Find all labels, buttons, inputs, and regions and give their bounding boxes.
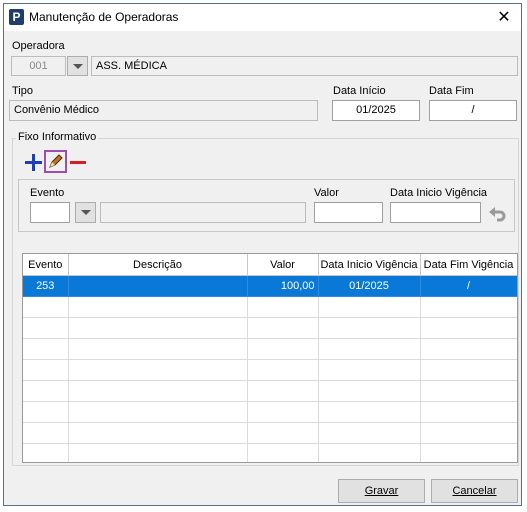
title-bar: P Manutenção de Operadoras ✕ — [4, 4, 521, 31]
save-label: Gravar — [364, 485, 399, 497]
remove-button[interactable] — [69, 152, 89, 172]
edit-button[interactable] — [44, 150, 67, 173]
cell-descricao[interactable] — [68, 275, 248, 297]
evento-dropdown-button[interactable] — [75, 202, 96, 223]
data-fim-field[interactable]: / — [429, 100, 517, 121]
evento-label: Evento — [30, 187, 65, 199]
window-title: Manutenção de Operadoras — [29, 10, 179, 24]
tipo-field: Convênio Médico — [9, 100, 318, 121]
cell-valor[interactable]: 100,00 — [247, 275, 319, 297]
data-inicio-field[interactable]: 01/2025 — [332, 100, 420, 121]
table-row-empty[interactable] — [23, 380, 517, 402]
evento-field[interactable] — [30, 202, 70, 223]
column-header-valor[interactable]: Valor — [247, 254, 319, 276]
undo-button[interactable] — [487, 203, 507, 223]
data-fim-label: Data Fim — [429, 85, 474, 97]
table-row-empty[interactable] — [23, 296, 517, 318]
eventos-grid: Evento Descrição Valor Data Inicio Vigên… — [22, 253, 518, 463]
table-row-empty[interactable] — [23, 422, 517, 444]
minus-icon — [70, 161, 86, 164]
data-vigencia-field[interactable] — [390, 202, 481, 223]
operadora-name-field: ASS. MÉDICA — [91, 56, 518, 76]
valor-field[interactable] — [314, 202, 383, 223]
table-row-empty[interactable] — [23, 401, 517, 423]
data-inicio-label: Data Início — [333, 85, 386, 97]
table-row-empty[interactable] — [23, 443, 517, 462]
table-row-empty[interactable] — [23, 317, 517, 339]
cell-evento[interactable]: 253 — [23, 275, 69, 297]
cell-data-fim[interactable]: / — [420, 275, 517, 297]
cancel-button[interactable]: Cancelar — [431, 479, 518, 503]
app-icon: P — [9, 9, 24, 25]
add-button[interactable] — [24, 152, 44, 172]
cancel-label: Cancelar — [452, 485, 497, 497]
valor-label: Valor — [314, 187, 339, 199]
undo-icon — [489, 207, 506, 222]
save-button[interactable]: Gravar — [338, 479, 425, 503]
close-button[interactable]: ✕ — [487, 4, 521, 31]
fixo-informativo-title: Fixo Informativo — [16, 131, 99, 143]
column-header-data-inicio[interactable]: Data Inicio Vigência — [318, 254, 421, 276]
column-header-evento[interactable]: Evento — [23, 254, 69, 276]
operadora-code-field[interactable]: 001 — [11, 56, 66, 76]
data-vigencia-label: Data Inicio Vigência — [390, 187, 488, 199]
table-row-empty[interactable] — [23, 338, 517, 360]
pencil-icon — [49, 154, 63, 168]
column-header-descricao[interactable]: Descrição — [68, 254, 248, 276]
operadora-label: Operadora — [12, 40, 65, 52]
cell-data-inicio[interactable]: 01/2025 — [318, 275, 421, 297]
table-row[interactable]: 253 100,00 01/2025 / — [23, 275, 517, 297]
dialog-window: P Manutenção de Operadoras ✕ Operadora 0… — [3, 3, 522, 506]
tipo-label: Tipo — [12, 85, 33, 97]
grid-header-row: Evento Descrição Valor Data Inicio Vigên… — [23, 254, 517, 276]
table-row-empty[interactable] — [23, 359, 517, 381]
operadora-dropdown-button[interactable] — [67, 56, 88, 76]
plus-icon — [25, 154, 42, 171]
column-header-data-fim[interactable]: Data Fim Vigência — [420, 254, 517, 276]
evento-description-field — [100, 202, 306, 223]
